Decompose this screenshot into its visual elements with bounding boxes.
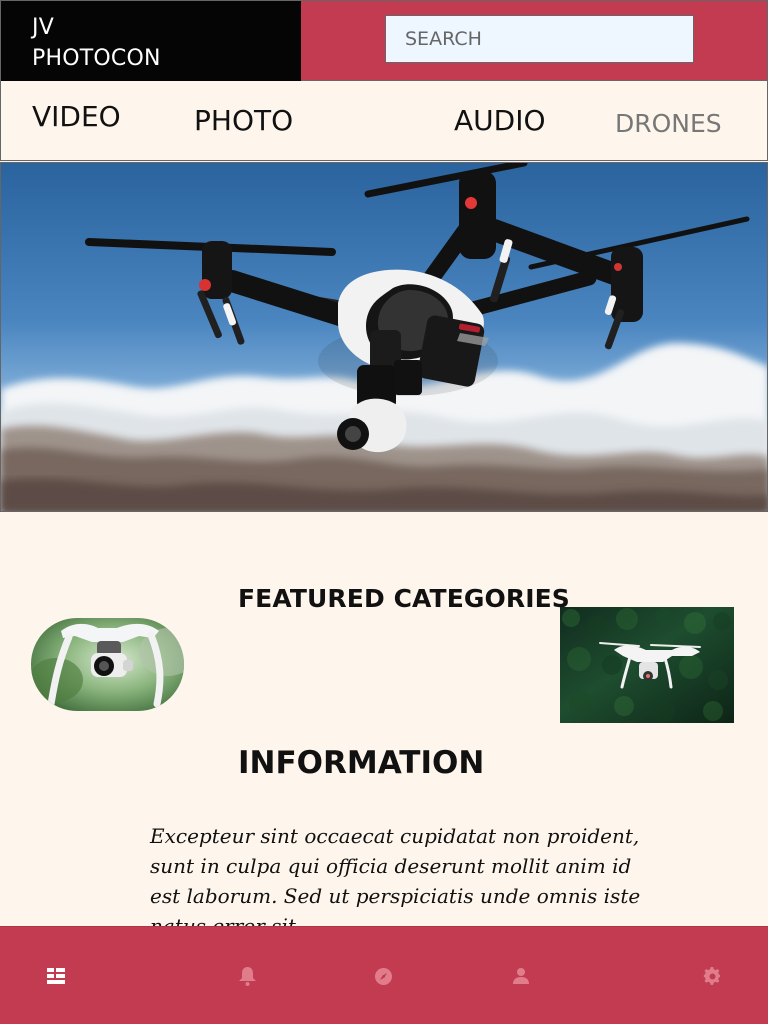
- tab-photo[interactable]: PHOTO: [194, 81, 293, 160]
- grid-icon[interactable]: [45, 965, 67, 987]
- bell-icon[interactable]: [236, 965, 258, 987]
- featured-white-drone-thumbnail[interactable]: [560, 607, 734, 723]
- hero-drone-illustration: [1, 163, 767, 511]
- compass-icon[interactable]: [372, 965, 394, 987]
- information-title: INFORMATION: [238, 744, 485, 781]
- tab-video[interactable]: VIDEO: [32, 77, 121, 156]
- information-text: Excepteur sint occaecat cupidatat non pr…: [150, 824, 641, 938]
- brand-line-1: JV: [32, 15, 54, 40]
- camera-drone-thumbnail-illustration: [31, 618, 184, 711]
- tab-audio[interactable]: AUDIO: [454, 81, 546, 160]
- hero-drone-image: [0, 162, 768, 512]
- top-header: JV PHOTOCON: [0, 0, 768, 81]
- brand-line-2: PHOTOCON: [32, 46, 161, 71]
- search-input[interactable]: [385, 15, 694, 63]
- user-icon[interactable]: [510, 965, 532, 987]
- category-tabs: VIDEO PHOTO AUDIO DRONES: [0, 81, 768, 161]
- gear-icon[interactable]: [701, 965, 723, 987]
- featured-categories-title: FEATURED CATEGORIES: [238, 583, 570, 613]
- featured-camera-drone-thumbnail[interactable]: [31, 618, 184, 711]
- brand-logo[interactable]: JV PHOTOCON: [1, 1, 301, 81]
- app-window: JV PHOTOCON VIDEO PHOTO AUDIO DRONES: [0, 0, 768, 1024]
- white-drone-thumbnail-illustration: [560, 607, 734, 723]
- tab-drones[interactable]: DRONES: [615, 84, 722, 163]
- bottom-navigation: [0, 926, 768, 1024]
